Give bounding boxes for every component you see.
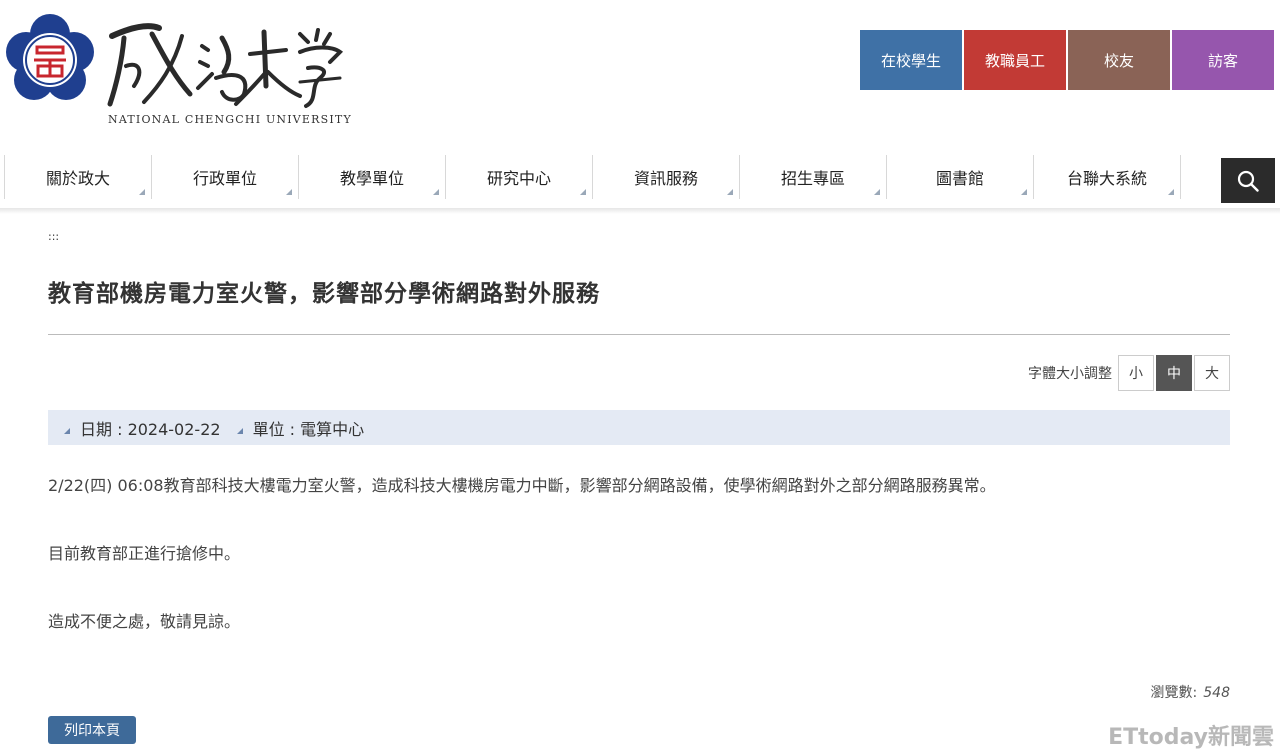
search-button[interactable] xyxy=(1221,158,1275,203)
nav-item-label: 台聯大系統 xyxy=(1066,169,1147,188)
main-nav: 關於政大 行政單位 教學單位 研究中心 資訊服務 招生專區 圖書館 台聯大系統 xyxy=(4,155,1181,199)
search-icon xyxy=(1237,170,1259,192)
font-size-large-button[interactable]: 大 xyxy=(1194,355,1230,391)
view-counter-label: 瀏覽數: xyxy=(1150,685,1198,701)
submenu-indicator-icon xyxy=(433,189,439,195)
meta-unit: 單位 : 電算中心 xyxy=(236,416,365,440)
nav-item-label: 行政單位 xyxy=(192,169,257,188)
meta-date-text: 日期 : 2024-02-22 xyxy=(80,419,221,439)
nav-item-research[interactable]: 研究中心 xyxy=(446,155,593,199)
meta-unit-text: 單位 : 電算中心 xyxy=(252,419,365,439)
article-meta-bar: 日期 : 2024-02-22 單位 : 電算中心 xyxy=(48,410,1230,445)
submenu-indicator-icon xyxy=(139,189,145,195)
title-divider xyxy=(48,334,1230,335)
audience-link-staff[interactable]: 教職員工 xyxy=(964,30,1066,90)
submenu-indicator-icon xyxy=(580,189,586,195)
meta-date: 日期 : 2024-02-22 xyxy=(64,416,221,440)
watermark-logo: ETtoday新聞雲 xyxy=(1108,725,1274,750)
article-paragraph: 目前教育部正進行搶修中。 xyxy=(48,544,241,563)
calligraphy-wordmark-logo[interactable] xyxy=(104,16,344,110)
view-counter: 瀏覽數: 548 xyxy=(1151,682,1230,702)
submenu-indicator-icon xyxy=(727,189,733,195)
font-size-medium-button[interactable]: 中 xyxy=(1156,355,1192,391)
nav-item-academics[interactable]: 教學單位 xyxy=(299,155,446,199)
print-page-button[interactable]: 列印本頁 xyxy=(48,716,136,744)
audience-link-students[interactable]: 在校學生 xyxy=(860,30,962,90)
nav-item-about[interactable]: 關於政大 xyxy=(4,155,152,199)
nav-item-label: 教學單位 xyxy=(339,169,404,188)
article-paragraph: 造成不便之處，敬請見諒。 xyxy=(48,612,241,631)
font-size-label: 字體大小調整 xyxy=(1028,366,1112,382)
submenu-indicator-icon xyxy=(286,189,292,195)
university-emblem-logo[interactable] xyxy=(4,14,96,106)
university-english-name: NATIONAL CHENGCHI UNIVERSITY xyxy=(108,113,352,126)
bullet-triangle-icon xyxy=(236,427,243,434)
nav-item-label: 圖書館 xyxy=(935,169,984,188)
font-size-small-button[interactable]: 小 xyxy=(1118,355,1154,391)
audience-link-alumni[interactable]: 校友 xyxy=(1068,30,1170,90)
audience-link-visitors[interactable]: 訪客 xyxy=(1172,30,1274,90)
article-paragraph: 2/22(四) 06:08教育部科技大樓電力室火警，造成科技大樓機房電力中斷，影… xyxy=(48,476,996,495)
nav-item-administration[interactable]: 行政單位 xyxy=(152,155,299,199)
nav-item-label: 研究中心 xyxy=(486,169,551,188)
nav-item-label: 關於政大 xyxy=(45,169,110,188)
submenu-indicator-icon xyxy=(874,189,880,195)
submenu-indicator-icon xyxy=(1021,189,1027,195)
nav-item-it-services[interactable]: 資訊服務 xyxy=(593,155,740,199)
nav-item-uni-system[interactable]: 台聯大系統 xyxy=(1034,155,1181,199)
nav-item-label: 招生專區 xyxy=(780,169,845,188)
audience-nav: 在校學生 教職員工 校友 訪客 xyxy=(860,30,1274,90)
nav-item-admissions[interactable]: 招生專區 xyxy=(740,155,887,199)
nav-divider xyxy=(0,208,1280,214)
view-counter-value: 548 xyxy=(1203,685,1230,701)
nav-item-library[interactable]: 圖書館 xyxy=(887,155,1034,199)
page-title: 教育部機房電力室火警，影響部分學術網路對外服務 xyxy=(48,281,600,307)
nav-item-label: 資訊服務 xyxy=(633,169,698,188)
bullet-triangle-icon xyxy=(64,427,70,434)
font-size-control: 字體大小調整 小 中 大 xyxy=(1028,355,1230,391)
submenu-indicator-icon xyxy=(1168,189,1174,195)
accesskey-anchor[interactable]: ::: xyxy=(48,230,59,243)
